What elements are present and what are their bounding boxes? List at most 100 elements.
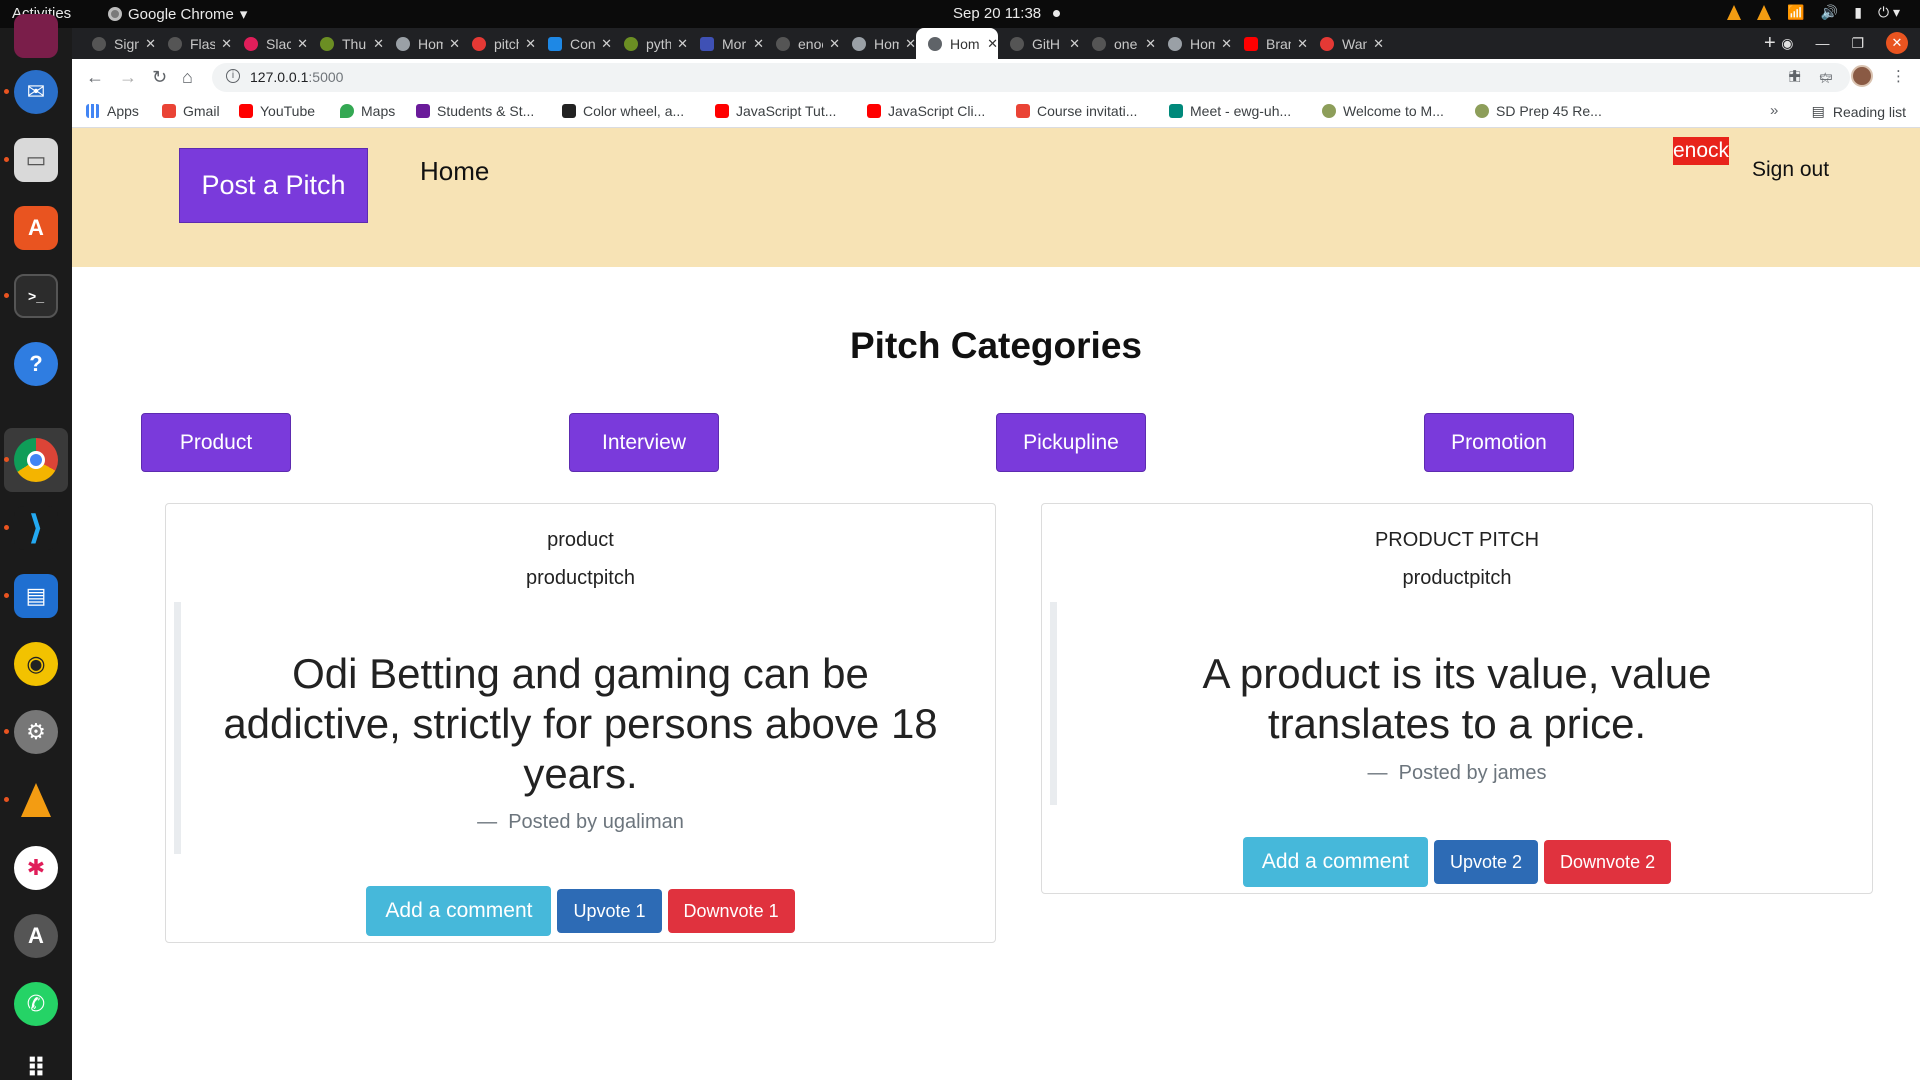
- rhythmbox-icon[interactable]: ◉: [14, 642, 58, 686]
- help-icon[interactable]: ?: [14, 342, 58, 386]
- tab-13[interactable]: one ✕: [1080, 28, 1156, 59]
- forward-arrow-icon[interactable]: →: [119, 67, 137, 88]
- tab-12[interactable]: GitH ✕: [998, 28, 1080, 59]
- downvote-button[interactable]: Downvote 2: [1544, 840, 1672, 884]
- tab-16[interactable]: Wan ✕: [1308, 28, 1384, 59]
- bookmark-maps[interactable]: Maps: [340, 103, 395, 119]
- tab-11-active[interactable]: Hom ✕: [916, 28, 998, 59]
- whatsapp-icon[interactable]: ✆: [14, 982, 58, 1026]
- minimize-icon[interactable]: —: [1815, 35, 1829, 51]
- bookmark-apps[interactable]: Apps: [86, 103, 139, 119]
- window-close-icon[interactable]: ✕: [1886, 32, 1908, 54]
- slack-icon[interactable]: ✱: [14, 846, 58, 890]
- settings-icon[interactable]: ⚙: [14, 710, 58, 754]
- bookmarks-overflow-button[interactable]: »: [1770, 102, 1778, 119]
- writer-icon[interactable]: ▤: [14, 574, 58, 618]
- tab-6[interactable]: Con ✕: [536, 28, 612, 59]
- updater-icon[interactable]: A: [14, 914, 58, 958]
- add-comment-button[interactable]: Add a comment: [366, 886, 552, 936]
- url-text[interactable]: 127.0.0.1:5000: [250, 69, 343, 85]
- show-apps-icon[interactable]: ⠿: [14, 1046, 58, 1080]
- address-bar[interactable]: i 127.0.0.1:5000 ⚿ ☆: [212, 63, 1850, 92]
- bookmark-gmail[interactable]: Gmail: [162, 103, 220, 119]
- close-icon[interactable]: ✕: [1221, 36, 1232, 52]
- vlc-icon[interactable]: [14, 778, 58, 822]
- bookmark-course[interactable]: Course invitati...: [1016, 103, 1137, 119]
- close-icon[interactable]: ✕: [829, 36, 840, 52]
- system-tray[interactable]: 📶 🔊 ▮ ⏻ ▾: [1727, 4, 1900, 21]
- bookmark-students[interactable]: Students & St...: [416, 103, 534, 119]
- bookmark-label: JavaScript Tut...: [736, 103, 837, 119]
- cast-icon[interactable]: ▭: [1819, 67, 1833, 85]
- extensions-puzzle-icon[interactable]: ✚: [1788, 67, 1801, 85]
- category-promotion-button[interactable]: Promotion: [1424, 413, 1574, 472]
- close-icon[interactable]: ✕: [145, 36, 156, 52]
- tab-10[interactable]: Hom ✕: [840, 28, 916, 59]
- tab-4[interactable]: Hom ✕: [384, 28, 460, 59]
- kebab-menu-icon[interactable]: ⋮: [1891, 67, 1906, 85]
- category-pickupline-button[interactable]: Pickupline: [996, 413, 1146, 472]
- thunderbird-icon[interactable]: ✉: [14, 70, 58, 114]
- close-icon[interactable]: ✕: [373, 36, 384, 52]
- vscode-icon[interactable]: ⟩: [14, 506, 58, 550]
- bookmark-js-cli[interactable]: JavaScript Cli...: [867, 103, 985, 119]
- files-icon[interactable]: ▭: [14, 138, 58, 182]
- vlc-tray-icon[interactable]: [1727, 5, 1742, 20]
- reload-icon[interactable]: ↻: [152, 67, 167, 88]
- close-icon[interactable]: ✕: [1145, 36, 1156, 52]
- bookmark-meet[interactable]: Meet - ewg-uh...: [1169, 103, 1291, 119]
- nav-home-link[interactable]: Home: [420, 156, 489, 187]
- software-center-icon[interactable]: A: [14, 206, 58, 250]
- close-icon[interactable]: ✕: [677, 36, 688, 52]
- username-badge[interactable]: enock: [1673, 137, 1729, 165]
- chrome-dock-icon[interactable]: [14, 438, 58, 482]
- dock-app-icon[interactable]: [14, 14, 58, 58]
- site-info-icon[interactable]: i: [226, 69, 240, 83]
- back-arrow-icon[interactable]: ←: [86, 67, 104, 88]
- bookmark-welcome[interactable]: Welcome to M...: [1322, 103, 1444, 119]
- bookmark-sd-prep[interactable]: SD Prep 45 Re...: [1475, 103, 1602, 119]
- vlc-tray-icon-2[interactable]: [1757, 5, 1772, 20]
- close-icon[interactable]: ✕: [601, 36, 612, 52]
- close-icon[interactable]: ✕: [753, 36, 764, 52]
- tab-2[interactable]: Slack ✕: [232, 28, 308, 59]
- profile-avatar[interactable]: [1851, 65, 1873, 87]
- close-icon[interactable]: ✕: [297, 36, 308, 52]
- terminal-icon[interactable]: >_: [14, 274, 58, 318]
- sign-out-link[interactable]: Sign out: [1752, 158, 1829, 182]
- restore-icon[interactable]: ❐: [1851, 35, 1864, 52]
- app-menu[interactable]: Google Chrome ▾: [108, 5, 247, 23]
- close-icon[interactable]: ✕: [1373, 36, 1384, 52]
- upvote-button[interactable]: Upvote 1: [557, 889, 662, 933]
- system-clock[interactable]: Sep 20 11:38: [953, 5, 1041, 22]
- close-icon[interactable]: ✕: [1069, 36, 1080, 52]
- home-icon[interactable]: ⌂: [182, 67, 193, 88]
- add-comment-button[interactable]: Add a comment: [1242, 837, 1428, 887]
- reading-list-button[interactable]: ▤ Reading list: [1812, 103, 1906, 120]
- new-tab-button[interactable]: +: [1764, 32, 1776, 55]
- downvote-button[interactable]: Downvote 1: [667, 889, 795, 933]
- close-icon[interactable]: ✕: [905, 36, 916, 52]
- tab-search-icon[interactable]: ◉: [1781, 35, 1793, 52]
- close-icon[interactable]: ✕: [221, 36, 232, 52]
- tab-0[interactable]: Sign ✕: [80, 28, 156, 59]
- bookmark-youtube[interactable]: YouTube: [239, 103, 315, 119]
- upvote-button[interactable]: Upvote 2: [1433, 840, 1539, 884]
- close-icon[interactable]: ✕: [987, 36, 998, 52]
- close-icon[interactable]: ✕: [1297, 36, 1308, 52]
- tab-14[interactable]: Hom ✕: [1156, 28, 1232, 59]
- tab-8[interactable]: Mor ✕: [688, 28, 764, 59]
- category-product-button[interactable]: Product: [141, 413, 291, 472]
- bookmark-color-wheel[interactable]: Color wheel, a...: [562, 103, 684, 119]
- tab-7[interactable]: pyth ✕: [612, 28, 688, 59]
- post-pitch-button[interactable]: Post a Pitch: [179, 148, 368, 223]
- close-icon[interactable]: ✕: [449, 36, 460, 52]
- tab-3[interactable]: Thu ✕: [308, 28, 384, 59]
- close-icon[interactable]: ✕: [525, 36, 536, 52]
- tab-5[interactable]: pitch ✕: [460, 28, 536, 59]
- tab-9[interactable]: enoc ✕: [764, 28, 840, 59]
- category-interview-button[interactable]: Interview: [569, 413, 719, 472]
- bookmark-js-tut[interactable]: JavaScript Tut...: [715, 103, 836, 119]
- tab-1[interactable]: Flask ✕: [156, 28, 232, 59]
- tab-15[interactable]: Bran ✕: [1232, 28, 1308, 59]
